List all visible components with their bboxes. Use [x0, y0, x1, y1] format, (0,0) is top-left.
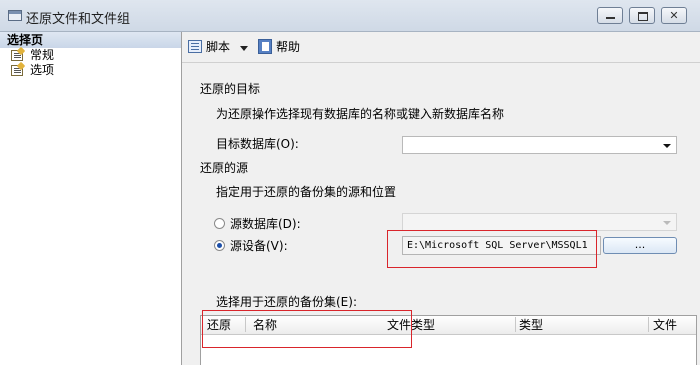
- close-icon: ✕: [669, 9, 679, 22]
- browse-button[interactable]: ...: [603, 237, 677, 254]
- help-label: 帮助: [276, 40, 301, 54]
- restore-source-description: 指定用于还原的备份集的源和位置: [216, 185, 397, 199]
- page-icon: [11, 50, 23, 61]
- source-device-radio[interactable]: [214, 240, 225, 251]
- toolbar: 脚本 帮助: [182, 32, 700, 63]
- source-db-radio[interactable]: [214, 218, 225, 229]
- restore-source-heading: 还原的源: [200, 161, 249, 175]
- column-header-type[interactable]: 类型: [519, 317, 543, 333]
- script-dropdown-arrow-icon[interactable]: [240, 46, 248, 51]
- window-title: 还原文件和文件组: [26, 12, 131, 27]
- script-label: 脚本: [206, 40, 231, 54]
- sidebar-item-label: 常规: [30, 48, 55, 62]
- restore-target-description: 为还原操作选择现有数据库的名称或键入新数据库名称: [216, 107, 505, 121]
- main-panel: 还原的目标 为还原操作选择现有数据库的名称或键入新数据库名称 目标数据库(O):…: [182, 63, 700, 365]
- sidebar-item-options[interactable]: 选项: [0, 63, 181, 78]
- help-button[interactable]: 帮助: [258, 39, 300, 55]
- source-db-label: 源数据库(D):: [230, 217, 301, 231]
- source-db-combobox[interactable]: [402, 213, 677, 231]
- close-button[interactable]: ✕: [661, 7, 687, 24]
- source-device-label: 源设备(V):: [230, 239, 288, 253]
- select-page-pane: 选择页 常规 选项: [0, 32, 182, 365]
- sidebar-item-label: 选项: [30, 63, 55, 77]
- maximize-button[interactable]: [629, 7, 655, 24]
- column-header-file[interactable]: 文件: [653, 317, 677, 333]
- select-page-header: 选择页: [0, 32, 181, 48]
- target-db-label: 目标数据库(O):: [216, 137, 299, 151]
- column-separator: [515, 317, 516, 332]
- backup-sets-label: 选择用于还原的备份集(E):: [216, 295, 357, 309]
- chevron-down-icon: [663, 144, 671, 148]
- script-icon: [188, 40, 202, 53]
- highlight-box: [387, 230, 597, 268]
- page-icon: [11, 65, 23, 76]
- restore-target-heading: 还原的目标: [200, 82, 261, 96]
- title-bar: 还原文件和文件组 ✕: [0, 0, 700, 32]
- column-separator: [648, 317, 649, 332]
- script-button[interactable]: 脚本: [188, 39, 230, 55]
- highlight-box: [202, 310, 412, 348]
- window-icon: [8, 10, 22, 21]
- help-icon: [258, 39, 272, 54]
- chevron-down-icon: [663, 221, 671, 225]
- target-db-combobox[interactable]: [402, 136, 677, 154]
- sidebar-item-general[interactable]: 常规: [0, 48, 181, 63]
- minimize-button[interactable]: [597, 7, 623, 24]
